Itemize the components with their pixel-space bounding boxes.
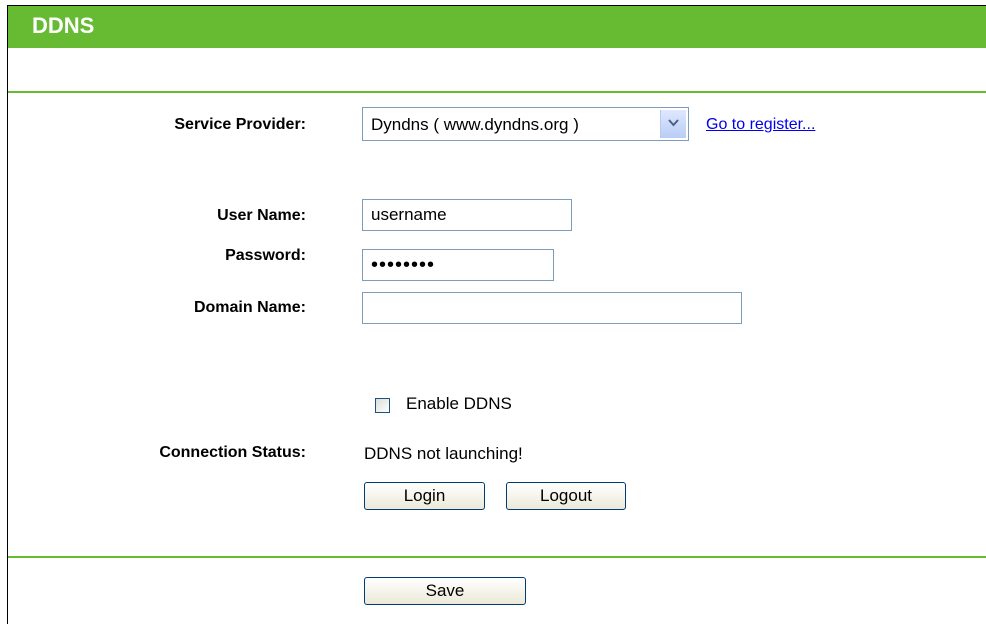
service-provider-select[interactable]: Dyndns ( www.dyndns.org ) [362,107,689,141]
ddns-panel: DDNS Service Provider: Dyndns ( www.dynd… [7,5,986,624]
password-input[interactable] [362,249,554,281]
chevron-down-icon [668,119,679,127]
service-provider-value: Dyndns ( www.dyndns.org ) [371,115,579,134]
domain-name-input[interactable] [362,292,742,324]
connection-status-label: Connection Status: [159,444,306,461]
save-button[interactable]: Save [364,577,526,605]
go-to-register-link[interactable]: Go to register... [706,116,815,134]
login-button[interactable]: Login [364,482,485,510]
logout-button[interactable]: Logout [506,482,626,510]
connection-status-value: DDNS not launching! [364,444,523,463]
user-name-label: User Name: [217,207,306,224]
dropdown-button[interactable] [660,110,686,138]
header-bar: DDNS [8,6,986,48]
enable-ddns-label: Enable DDNS [406,394,512,413]
bottom-divider [8,556,986,558]
enable-ddns-checkbox[interactable] [375,398,390,413]
user-name-input[interactable] [362,199,572,231]
top-divider [8,91,986,93]
password-label: Password: [225,247,306,264]
service-provider-label: Service Provider: [174,116,306,133]
domain-name-label: Domain Name: [193,299,306,316]
page-title: DDNS [32,13,95,38]
